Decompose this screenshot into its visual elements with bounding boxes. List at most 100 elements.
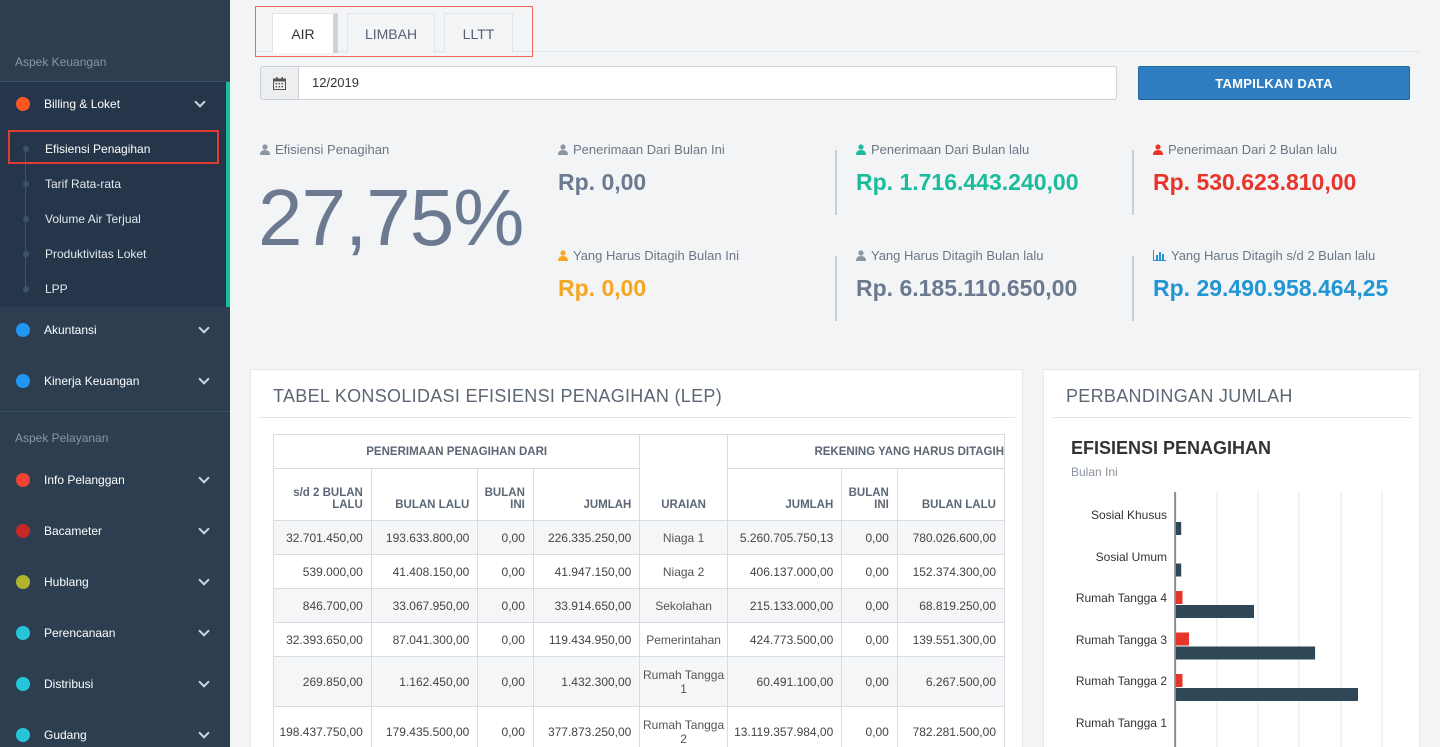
table-cell: Pemerintahan [639,622,728,657]
user-icon [1153,144,1163,155]
chart-bar-dark [1176,563,1182,577]
table-row: 269.850,00 1.162.450,00 0,00 1.432.300,00 Ru… [273,656,1005,707]
akuntansi-dot-icon [16,323,30,337]
stat-terima-lalu-value: Rp. 1.716.443.240,00 [856,169,1079,195]
sidebar-sub-label: Volume Air Terjual [45,212,141,226]
table-cell: 269.850,00 [273,656,372,707]
table-row: 32.701.450,00 193.633.800,00 0,00 226.335.2… [273,520,1005,555]
bullet-icon [23,216,29,222]
sidebar-item-label: Bacameter [44,524,103,538]
stat-efisiensi-label: Efisiensi Penagihan [260,142,389,157]
col-header: s/d 2 BULAN LALU [273,468,372,521]
stat-terima-2-value: Rp. 530.623.810,00 [1153,169,1357,195]
sidebar-sub-lpp[interactable]: LPP [0,274,226,304]
table-cell: 32.701.450,00 [273,520,372,555]
table-cell: 782.281.500,00 [896,706,1005,747]
chevron-down-icon [198,574,210,586]
sidebar-item-bacameter[interactable]: Bacameter [0,513,230,549]
table-row: 846.700,00 33.067.950,00 0,00 33.914.650,00… [273,588,1005,623]
chart-bar-dark [1176,646,1316,660]
sidebar-item-label: Akuntansi [44,323,97,337]
table-cell: 0,00 [841,706,898,747]
sidebar-item-perencanaan[interactable]: Perencanaan [0,615,230,651]
group-header-rekening: REKENING YANG HARUS DITAGIH [726,434,1005,469]
table-cell: 1.432.300,00 [532,656,641,707]
lep-table: PENERIMAAN PENAGIHAN DARI URAIAN REKENIN… [273,434,1005,747]
chevron-down-icon [198,373,210,385]
table-cell: 0,00 [841,554,898,589]
chart-bar-dark [1176,605,1254,618]
table-cell: 0,00 [841,656,898,707]
bullet-icon [23,286,29,292]
user-icon [260,144,270,155]
section-label-pelayanan: Aspek Pelayanan [15,431,109,445]
sidebar-item-label: Hublang [44,575,89,589]
stat-tagih-2-value: Rp. 29.490.958.464,25 [1153,275,1389,301]
kinerja-dot-icon [16,374,30,388]
table-cell: 846.700,00 [273,588,372,623]
sidebar-sub-volume[interactable]: Volume Air Terjual [0,204,226,234]
stat-separator [1132,256,1134,321]
efisiensi-value: 27,75% [258,173,524,262]
table-cell: 152.374.300,00 [896,554,1005,589]
sidebar-item-akuntansi[interactable]: Akuntansi [0,312,230,348]
sidebar-sub-tarif[interactable]: Tarif Rata-rata [0,169,226,199]
sidebar-item-label: Kinerja Keuangan [44,374,140,388]
calendar-icon[interactable] [260,66,299,100]
sidebar-item-gudang[interactable]: Gudang [0,717,230,747]
table-cell: 0,00 [477,656,534,707]
tabs-highlight [255,6,533,57]
sidebar-item-distribusi[interactable]: Distribusi [0,666,230,702]
card-rule [1052,417,1412,418]
sidebar-item-kinerja[interactable]: Kinerja Keuangan [0,363,230,399]
table-cell: 0,00 [841,622,898,657]
table-cell: 0,00 [477,622,534,657]
table-cell: 179.435.500,00 [370,706,479,747]
user-icon [856,250,866,261]
sidebar-sub-label: LPP [45,282,68,296]
chart-bar-red [1176,674,1183,687]
chart-bar-red [1176,632,1189,646]
table-cell: 1.162.450,00 [370,656,479,707]
billing-dot-icon [16,97,30,111]
chevron-down-icon [198,727,210,739]
table-cell: 139.551.300,00 [896,622,1005,657]
gudang-dot-icon [16,728,30,742]
sidebar-item-billing[interactable]: Billing & Loket [0,86,230,122]
table-cell: 424.773.500,00 [726,622,843,657]
table-cell: 5.260.705.750,13 [726,520,843,555]
col-header: BULAN LALU [896,468,1005,521]
table-cell: 41.408.150,00 [370,554,479,589]
chart-bar-red [1176,591,1183,604]
chart-category-label: Rumah Tangga 3 [1075,632,1167,647]
chevron-down-icon [198,322,210,334]
stat-separator [1132,150,1134,215]
stat-tagih-2-label: Yang Harus Ditagih s/d 2 Bulan lalu [1153,248,1375,263]
sidebar-item-hublang[interactable]: Hublang [0,564,230,600]
stat-terima-ini-label: Penerimaan Dari Bulan Ini [558,142,725,157]
table-cell: 198.437.750,00 [273,706,372,747]
stat-tagih-ini-value: Rp. 0,00 [558,275,647,301]
info-dot-icon [16,473,30,487]
sidebar-item-label: Gudang [44,728,87,742]
group-header-penerimaan: PENERIMAAN PENAGIHAN DARI [273,434,641,469]
chart-subtitle: Bulan Ini [1071,465,1118,479]
distribusi-dot-icon [16,677,30,691]
sidebar-sub-produktivitas[interactable]: Produktivitas Loket [0,239,226,269]
chart-category-label: Rumah Tangga 2 [1075,674,1167,688]
period-input[interactable]: 12/2019 [298,66,1117,100]
sidebar-item-info-pelanggan[interactable]: Info Pelanggan [0,462,230,498]
sidebar-item-label: Billing & Loket [44,97,121,111]
sidebar-divider [0,411,230,412]
chevron-down-icon [198,523,210,535]
stat-tagih-ini-label: Yang Harus Ditagih Bulan Ini [558,248,739,263]
table-cell: 780.026.600,00 [896,520,1005,555]
table-cell: 6.267.500,00 [896,656,1005,707]
lep-table-wrap[interactable]: PENERIMAAN PENAGIHAN DARI URAIAN REKENIN… [273,434,1005,747]
sidebar-sub-label: Tarif Rata-rata [45,177,122,191]
col-header: JUMLAH [532,468,641,521]
table-cell: 119.434.950,00 [532,622,641,657]
stat-terima-lalu-label: Penerimaan Dari Bulan lalu [856,142,1029,157]
show-data-button[interactable]: TAMPILKAN DATA [1138,66,1410,100]
table-row: 539.000,00 41.408.150,00 0,00 41.947.150,00… [273,554,1005,589]
